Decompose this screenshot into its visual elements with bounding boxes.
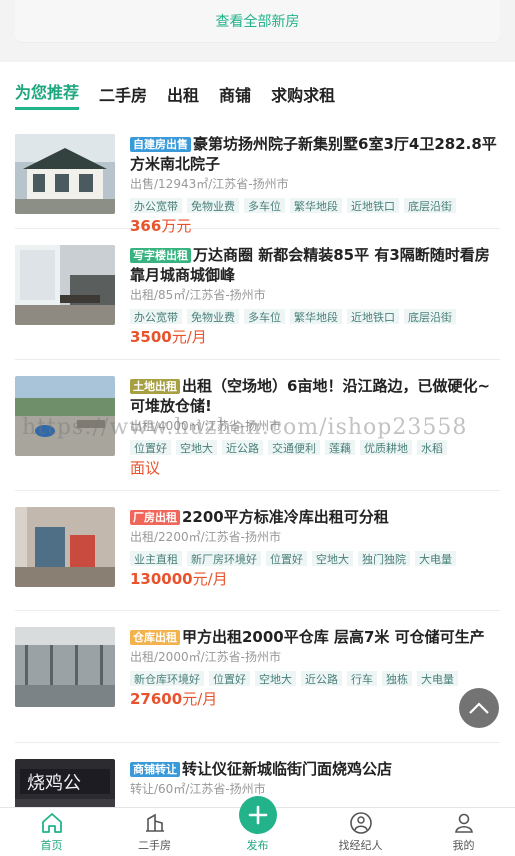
- top-area: 查看全部新房: [0, 0, 515, 62]
- home-icon: [40, 811, 64, 835]
- nav-mine[interactable]: 我的: [412, 808, 515, 856]
- category-badge: 厂房出租: [130, 510, 180, 525]
- listing-title: 甲方出租2000平仓库 层高7米 可仓储可生产: [182, 628, 485, 646]
- listing-tags: 办公宽带 免物业费 多车位 繁华地段 近地铁口 底层沿街: [130, 195, 500, 213]
- recommend-tabs: 为您推荐 二手房 出租 商铺 求购求租: [15, 80, 355, 110]
- nav-label: 找经纪人: [338, 839, 383, 852]
- listing-title: 出租（空场地）6亩地！沿江路边，已做硬化~可堆放仓储!: [130, 377, 491, 415]
- tag: 新仓库环境好: [130, 671, 204, 686]
- tab-rent[interactable]: 出租: [167, 82, 199, 110]
- listing-title: 2200平方标准冷库出租可分租: [182, 508, 389, 526]
- tag: 免物业费: [187, 198, 239, 213]
- tab-recommended[interactable]: 为您推荐: [15, 79, 80, 110]
- tab-wanted[interactable]: 求购求租: [271, 82, 335, 110]
- tag: 近公路: [222, 440, 263, 455]
- bottom-nav: 首页 二手房 发布 找经纪人 我的: [0, 796, 515, 856]
- listing-item[interactable]: 厂房出租 2200平方标准冷库出租可分租 出租/2200㎡/江苏省-扬州市 业主直…: [15, 491, 500, 611]
- listing-price: 面议: [130, 459, 161, 477]
- listing-meta: 出租/2200㎡/江苏省-扬州市: [130, 530, 281, 544]
- tag: 位置好: [266, 551, 307, 566]
- tag: 空地大: [312, 551, 353, 566]
- listing-thumbnail: [15, 245, 115, 325]
- nav-find-agent[interactable]: 找经纪人: [309, 808, 412, 856]
- nav-label: 首页: [40, 839, 63, 852]
- tag: 办公宽带: [130, 198, 182, 213]
- agent-icon: [349, 811, 373, 835]
- tag: 大电量: [415, 551, 456, 566]
- listing-tags: 位置好 空地大 近公路 交通便利 莲藕 优质耕地 水稻: [130, 437, 500, 455]
- tag: 大电量: [417, 671, 458, 686]
- tag: 位置好: [209, 671, 250, 686]
- listing-thumbnail: [15, 507, 115, 587]
- listing-item[interactable]: 仓库出租 甲方出租2000平仓库 层高7米 可仓储可生产 出租/2000㎡/江苏省…: [15, 611, 500, 743]
- category-badge: 商铺转让: [130, 762, 180, 777]
- nav-label: 我的: [452, 839, 475, 852]
- user-icon: [453, 811, 475, 835]
- nav-label: 发布: [246, 839, 269, 852]
- listing-price: 3500元/月: [130, 328, 207, 346]
- tag: 近地铁口: [347, 309, 399, 324]
- tag: 空地大: [255, 671, 296, 686]
- tag: 空地大: [176, 440, 217, 455]
- listing-item[interactable]: 土地出租 出租（空场地）6亩地！沿江路边，已做硬化~可堆放仓储! 出租/4000㎡…: [15, 360, 500, 491]
- listing-item[interactable]: 自建房出售 豪第坊扬州院子新集别墅6室3厅4卫282.8平方米南北院子 出售/12…: [15, 120, 500, 235]
- tag: 近公路: [301, 671, 342, 686]
- category-badge: 写字楼出租: [130, 248, 191, 263]
- listing-price: 366万元: [130, 217, 192, 235]
- tag: 优质耕地: [360, 440, 412, 455]
- svg-text:烧鸡公: 烧鸡公: [27, 773, 81, 794]
- category-badge: 土地出租: [130, 379, 180, 394]
- plus-icon: [238, 796, 277, 834]
- category-badge: 仓库出租: [130, 630, 180, 645]
- tag: 近地铁口: [347, 198, 399, 213]
- nav-label: 二手房: [138, 839, 171, 852]
- listing-meta: 转让/60㎡/江苏省-扬州市: [130, 782, 266, 796]
- listing-thumbnail: [15, 134, 115, 214]
- listing-list: 自建房出售 豪第坊扬州院子新集别墅6室3厅4卫282.8平方米南北院子 出售/12…: [15, 120, 500, 852]
- scroll-to-top-button[interactable]: [459, 688, 499, 728]
- listing-thumbnail: [15, 627, 115, 707]
- tag: 底层沿街: [404, 309, 456, 324]
- tag: 莲藕: [325, 440, 355, 455]
- listing-tags: 新仓库环境好 位置好 空地大 近公路 行车 独栋 大电量: [130, 668, 500, 686]
- tag: 独栋: [382, 671, 412, 686]
- tag: 水稻: [417, 440, 447, 455]
- listing-tags: 业主直租 新厂房环境好 位置好 空地大 独门独院 大电量: [130, 548, 500, 566]
- listing-price: 27600元/月: [130, 690, 218, 708]
- tag: 业主直租: [130, 551, 182, 566]
- tag: 多车位: [244, 309, 285, 324]
- tag: 行车: [347, 671, 377, 686]
- view-all-new-homes-button[interactable]: 查看全部新房: [15, 0, 500, 42]
- listing-meta: 出售/12943㎡/江苏省-扬州市: [130, 177, 289, 191]
- building-icon: [144, 811, 166, 835]
- tag: 免物业费: [187, 309, 239, 324]
- nav-publish[interactable]: 发布: [206, 796, 309, 856]
- category-badge: 自建房出售: [130, 137, 191, 152]
- tag: 交通便利: [268, 440, 320, 455]
- tag: 独门独院: [358, 551, 410, 566]
- listing-meta: 出租/2000㎡/江苏省-扬州市: [130, 650, 281, 664]
- listing-tags: 办公宽带 免物业费 多车位 繁华地段 近地铁口 底层沿街: [130, 306, 500, 324]
- tag: 繁华地段: [290, 198, 342, 213]
- tag: 办公宽带: [130, 309, 182, 324]
- tab-shops[interactable]: 商铺: [219, 82, 251, 110]
- tag: 位置好: [130, 440, 171, 455]
- tag: 底层沿街: [404, 198, 456, 213]
- tag: 繁华地段: [290, 309, 342, 324]
- listing-meta: 出租/85㎡/江苏省-扬州市: [130, 288, 266, 302]
- listing-meta: 出租/4000㎡/江苏省-扬州市: [130, 419, 281, 433]
- listing-title: 转让仪征新城临街门面烧鸡公店: [182, 760, 393, 778]
- nav-second-hand[interactable]: 二手房: [103, 808, 206, 856]
- listing-price: 130000元/月: [130, 570, 228, 588]
- tab-second-hand[interactable]: 二手房: [99, 82, 147, 110]
- chevron-up-icon: [469, 702, 489, 714]
- nav-home[interactable]: 首页: [0, 808, 103, 856]
- listing-item[interactable]: 写字楼出租 万达商圈 新都会精装85平 有3隔断随时看房 靠月城商城御峰 出租/8…: [15, 229, 500, 360]
- listing-thumbnail: [15, 376, 115, 456]
- tag: 新厂房环境好: [187, 551, 261, 566]
- tag: 多车位: [244, 198, 285, 213]
